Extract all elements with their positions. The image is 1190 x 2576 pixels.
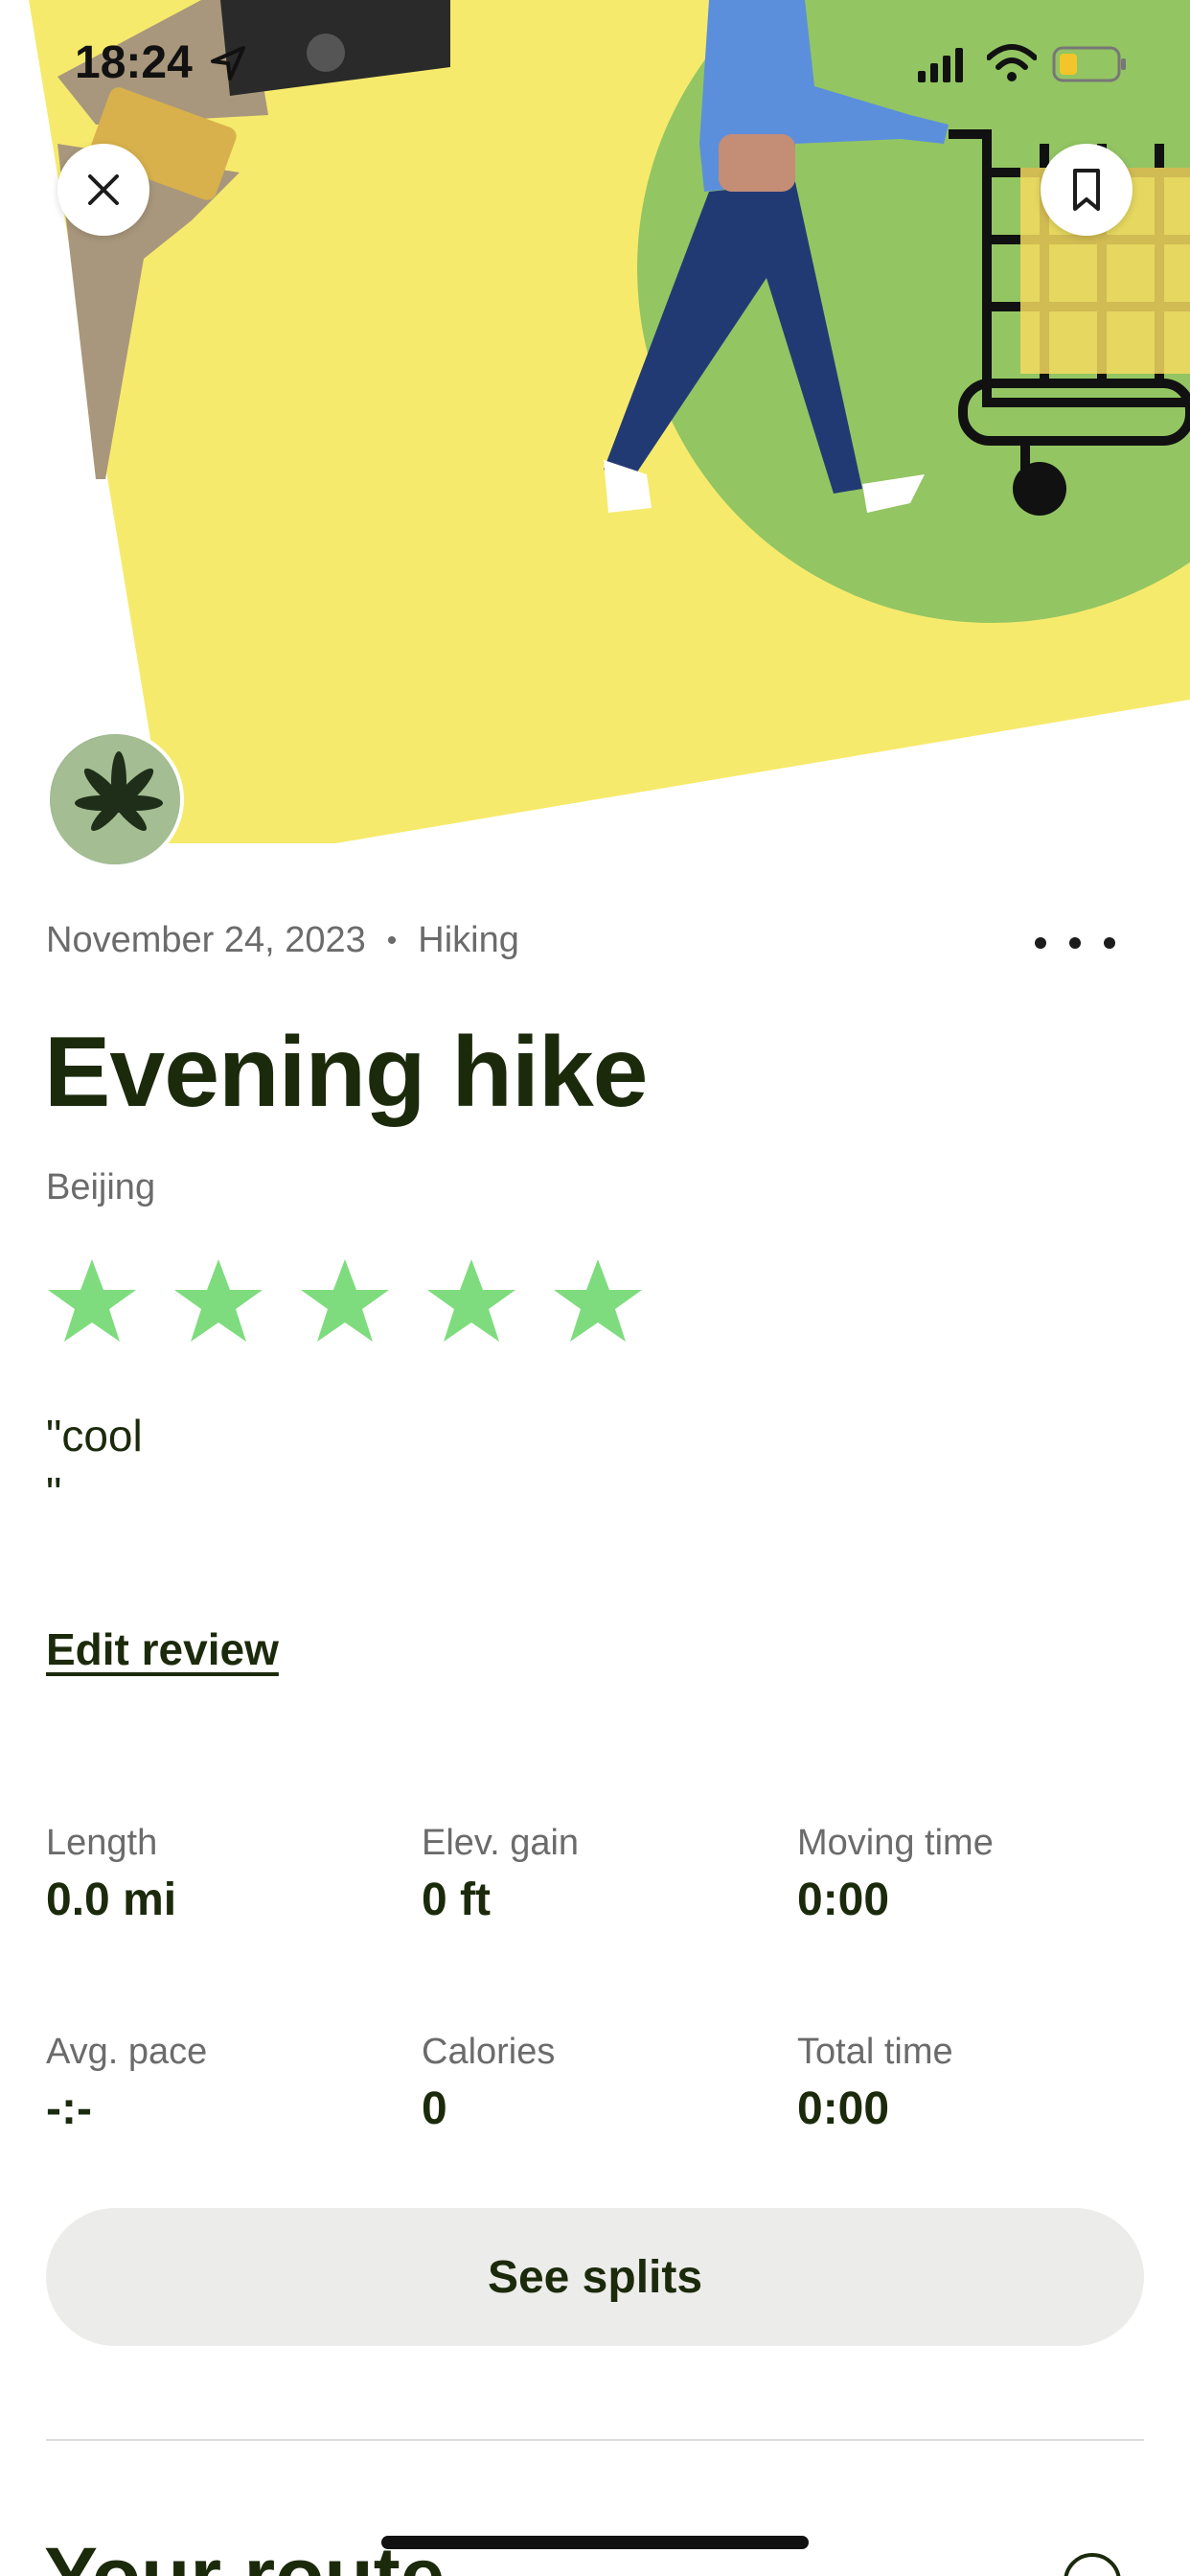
status-bar: 18:24 xyxy=(0,0,1190,125)
stat-total-time: Total time 0:00 xyxy=(797,2032,1123,2135)
divider xyxy=(46,2439,1144,2441)
stat-value: 0 xyxy=(422,2083,447,2134)
stat-value: 0:00 xyxy=(797,2083,890,2134)
activity-location: Beijing xyxy=(46,1167,156,1208)
hero-image xyxy=(0,0,1190,843)
home-indicator xyxy=(381,2536,809,2549)
location-arrow-icon xyxy=(211,46,245,80)
star-icon[interactable] xyxy=(46,1255,138,1347)
bookmark-icon xyxy=(1073,169,1100,211)
edit-review-link[interactable]: Edit review xyxy=(46,1623,279,1675)
close-button[interactable] xyxy=(57,144,149,236)
battery-icon xyxy=(1052,46,1126,82)
activity-title: Evening hike xyxy=(44,1017,649,1128)
activity-type: Hiking xyxy=(418,920,519,960)
signal-icon xyxy=(918,48,963,82)
stat-label: Elev. gain xyxy=(422,1823,580,1863)
activity-date: November 24, 2023 xyxy=(46,920,366,960)
stat-label: Moving time xyxy=(797,1823,994,1863)
leaf-icon xyxy=(50,734,180,864)
star-icon[interactable] xyxy=(172,1255,264,1347)
stat-label: Length xyxy=(46,1823,158,1863)
stat-value: 0.0 mi xyxy=(46,1874,177,1925)
close-icon xyxy=(88,174,119,205)
stat-moving-time: Moving time 0:00 xyxy=(797,1823,1123,1926)
stat-value: -:- xyxy=(46,2083,92,2134)
stat-avg-pace: Avg. pace -:- xyxy=(46,2032,372,2135)
wifi-icon xyxy=(987,44,1037,81)
review-text: "cool " xyxy=(46,1411,143,1518)
stat-value: 0 ft xyxy=(422,1874,491,1925)
info-icon[interactable] xyxy=(1064,2553,1121,2576)
more-options-button[interactable] xyxy=(1035,920,1115,966)
more-icon xyxy=(1035,937,1046,949)
star-icon[interactable] xyxy=(425,1255,517,1347)
activity-meta: November 24, 2023 • Hiking xyxy=(46,920,519,961)
avatar[interactable] xyxy=(46,730,184,868)
hero-illustration xyxy=(29,0,1190,843)
star-icon[interactable] xyxy=(552,1255,644,1347)
star-icon[interactable] xyxy=(299,1255,391,1347)
star-rating[interactable] xyxy=(46,1255,678,1347)
stat-label: Avg. pace xyxy=(46,2032,208,2072)
status-time: 18:24 xyxy=(75,37,193,88)
stat-length: Length 0.0 mi xyxy=(46,1823,372,1926)
meta-separator: • xyxy=(386,924,398,956)
bookmark-button[interactable] xyxy=(1041,144,1133,236)
stat-label: Calories xyxy=(422,2032,556,2072)
see-splits-button[interactable]: See splits xyxy=(46,2208,1144,2346)
stat-elevation-gain: Elev. gain 0 ft xyxy=(422,1823,747,1926)
stat-value: 0:00 xyxy=(797,1874,890,1925)
stat-calories: Calories 0 xyxy=(422,2032,747,2135)
stat-label: Total time xyxy=(797,2032,953,2072)
